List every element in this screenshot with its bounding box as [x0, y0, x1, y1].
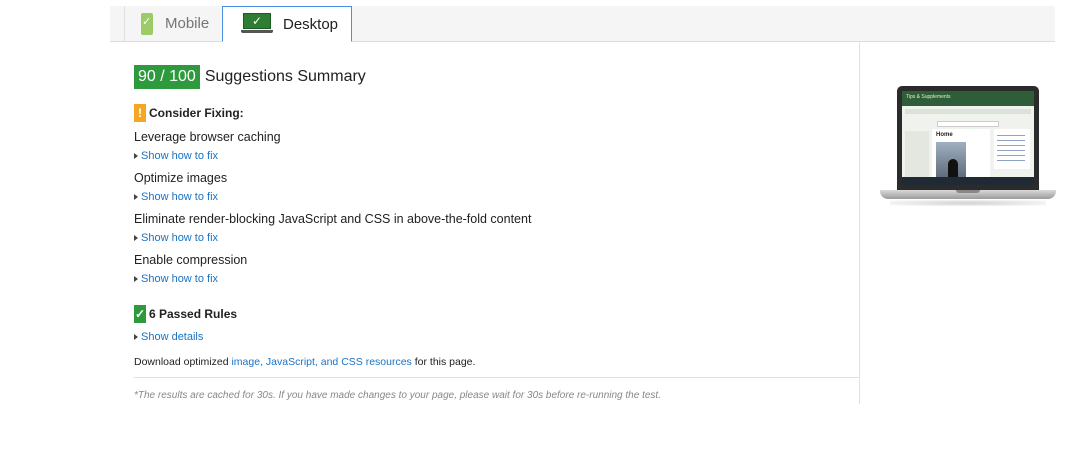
warning-icon: !: [134, 104, 146, 122]
device-tab-bar: ✓ Mobile ✓ Desktop: [110, 6, 1055, 42]
show-how-to-fix-link[interactable]: Show how to fix: [134, 273, 218, 285]
laptop-preview-image: Tips & Supplements Home: [880, 86, 1056, 211]
results-panel: 90 / 100 Suggestions Summary ! Consider …: [110, 41, 860, 404]
consider-fixing-heading: ! Consider Fixing:: [134, 104, 244, 122]
download-resources-link[interactable]: image, JavaScript, and CSS resources: [231, 356, 411, 368]
expand-arrow-icon: [134, 194, 138, 200]
show-how-to-fix-label: Show how to fix: [141, 232, 219, 244]
tab-desktop-label: Desktop: [283, 15, 339, 33]
rule-optimize-images: Optimize images: [134, 171, 228, 185]
show-how-to-fix-label: Show how to fix: [141, 150, 219, 162]
mobile-phone-icon: ✓: [141, 12, 153, 35]
show-details-label: Show details: [141, 331, 204, 343]
tab-desktop[interactable]: ✓ Desktop: [222, 6, 352, 42]
tab-mobile-label: Mobile: [165, 15, 210, 32]
expand-arrow-icon: [134, 334, 138, 340]
page-screenshot: Tips & Supplements Home: [902, 91, 1034, 185]
rule-enable-compression: Enable compression: [134, 253, 248, 267]
show-how-to-fix-link[interactable]: Show how to fix: [134, 150, 218, 162]
preview-site-title: Tips & Supplements: [906, 94, 951, 100]
divider: [134, 377, 859, 378]
show-how-to-fix-label: Show how to fix: [141, 191, 219, 203]
show-how-to-fix-link[interactable]: Show how to fix: [134, 191, 218, 203]
download-optimized-text: Download optimized image, JavaScript, an…: [134, 356, 475, 368]
score-summary: 90 / 100 Suggestions Summary: [134, 65, 366, 89]
expand-arrow-icon: [134, 276, 138, 282]
passed-rules-label: 6 Passed Rules: [149, 307, 238, 321]
download-prefix: Download optimized: [134, 356, 232, 368]
rule-leverage-caching: Leverage browser caching: [134, 130, 281, 144]
score-badge: 90 / 100: [134, 65, 200, 89]
passed-rules-heading: ✓ 6 Passed Rules: [134, 305, 237, 323]
consider-fixing-label: Consider Fixing:: [149, 106, 244, 120]
expand-arrow-icon: [134, 235, 138, 241]
desktop-monitor-icon: ✓: [241, 13, 273, 35]
show-how-to-fix-link[interactable]: Show how to fix: [134, 232, 218, 244]
check-icon: ✓: [134, 305, 146, 323]
tab-mobile[interactable]: ✓ Mobile: [124, 6, 234, 41]
preview-page-heading: Home: [936, 132, 953, 138]
summary-title: Suggestions Summary: [204, 68, 366, 85]
rule-render-blocking: Eliminate render-blocking JavaScript and…: [134, 212, 532, 226]
show-how-to-fix-label: Show how to fix: [141, 273, 219, 285]
screenshot-preview-panel: Tips & Supplements Home: [860, 41, 1056, 404]
show-details-link[interactable]: Show details: [134, 331, 203, 343]
download-suffix: for this page.: [411, 356, 476, 368]
cache-footnote: *The results are cached for 30s. If you …: [134, 390, 661, 401]
expand-arrow-icon: [134, 153, 138, 159]
